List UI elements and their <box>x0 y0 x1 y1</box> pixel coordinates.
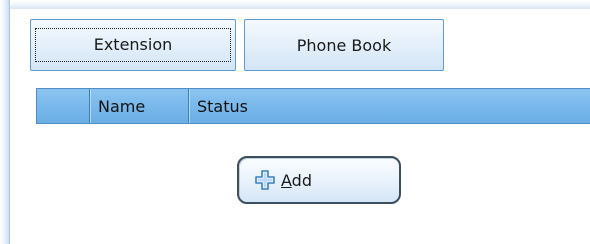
tab-extension-label: Extension <box>35 28 231 62</box>
add-button-label: Add <box>281 171 312 190</box>
window-frame-top <box>10 0 590 9</box>
add-button-mnemonic: A <box>281 170 292 190</box>
tab-phone-book-label: Phone Book <box>296 35 392 55</box>
tab-extension[interactable]: Extension <box>30 19 236 71</box>
column-header-select[interactable] <box>36 89 90 123</box>
add-button-label-rest: dd <box>291 170 312 190</box>
plus-icon <box>255 170 275 190</box>
column-header-status[interactable]: Status <box>189 89 590 123</box>
column-header-name[interactable]: Name <box>90 89 189 123</box>
content-panel: Extension Phone Book Name Status Add <box>10 9 590 244</box>
table-header: Name Status <box>36 88 590 124</box>
tab-phone-book[interactable]: Phone Book <box>244 19 444 71</box>
tab-bar: Extension Phone Book <box>30 19 444 71</box>
add-button[interactable]: Add <box>237 156 401 204</box>
